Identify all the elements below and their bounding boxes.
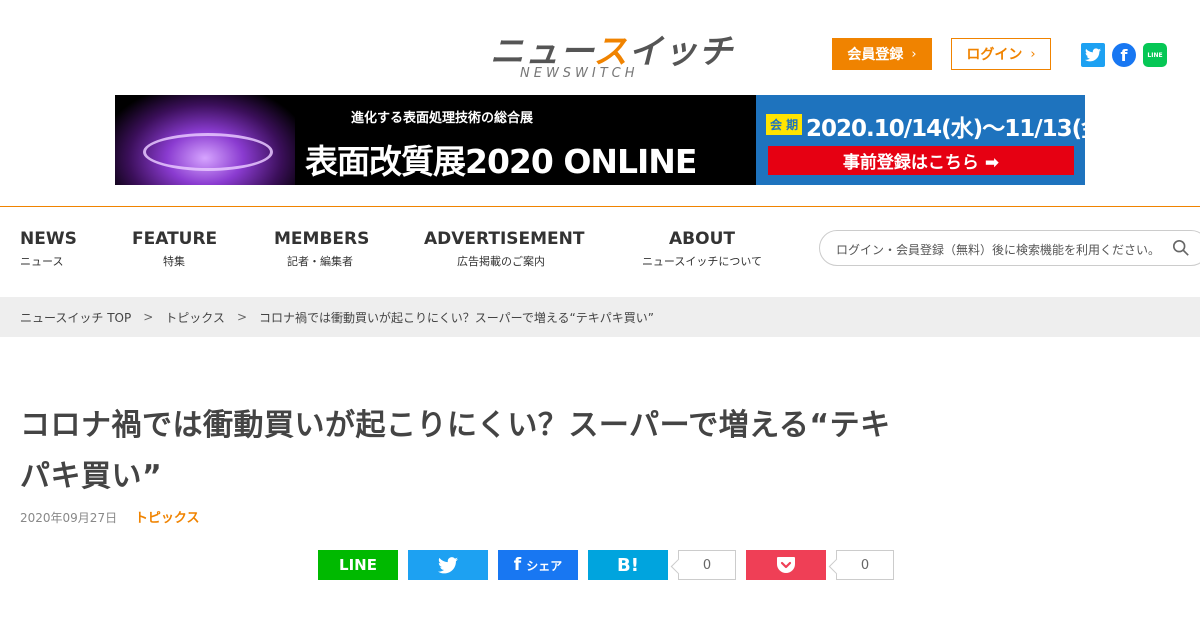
hatena-icon: B! bbox=[617, 554, 639, 576]
facebook-icon[interactable]: f bbox=[1112, 43, 1136, 67]
chevron-right-icon: › bbox=[911, 46, 917, 62]
share-pocket-button[interactable] bbox=[746, 550, 826, 580]
nav-item-feature[interactable]: FEATURE 特集 bbox=[132, 229, 218, 269]
ad-banner[interactable]: 進化する表面処理技術の総合展 表面改質展2020 ONLINE 会 期 2020… bbox=[115, 95, 1085, 185]
breadcrumb-current: コロナ禍では衝動買いが起こりにくい？スーパーで増える“テキパキ買い” bbox=[259, 310, 654, 325]
nav-item-members[interactable]: MEMBERS 記者・編集者 bbox=[274, 229, 370, 269]
banner-title: 表面改質展2020 ONLINE bbox=[305, 142, 697, 181]
breadcrumb: ニュースイッチ TOP > トピックス > コロナ禍では衝動買いが起こりにくい？… bbox=[0, 297, 1200, 337]
banner-subtitle: 進化する表面処理技術の総合展 bbox=[351, 111, 534, 126]
nav-item-news[interactable]: NEWS ニュース bbox=[20, 229, 77, 269]
nav-sublabel: ニュースイッチについて bbox=[641, 255, 763, 268]
share-facebook-button[interactable]: f シェア bbox=[498, 550, 578, 580]
banner-image bbox=[115, 95, 295, 185]
banner-cta-button[interactable]: 事前登録はこちら ➡ bbox=[768, 146, 1074, 175]
hatena-count: 0 bbox=[678, 550, 736, 580]
twitter-icon[interactable] bbox=[1081, 43, 1105, 67]
search-input[interactable]: ログイン・会員登録（無料）後に検索機能を利用ください。 bbox=[819, 230, 1200, 266]
share-facebook-label: シェア bbox=[526, 558, 563, 573]
breadcrumb-home[interactable]: ニュースイッチ TOP bbox=[20, 309, 131, 326]
share-line-button[interactable]: LINE bbox=[318, 550, 398, 580]
article-date: 2020年09月27日 bbox=[20, 511, 118, 525]
login-button-label: ログイン bbox=[966, 47, 1023, 63]
nav-sublabel: ニュース bbox=[20, 255, 64, 268]
register-button[interactable]: 会員登録 › bbox=[832, 38, 932, 70]
nav-item-about[interactable]: ABOUT ニュースイッチについて bbox=[630, 229, 774, 269]
facebook-icon: f bbox=[513, 555, 522, 575]
article-meta: 2020年09月27日 トピックス bbox=[20, 507, 200, 526]
breadcrumb-category[interactable]: トピックス bbox=[165, 309, 225, 326]
search-placeholder: ログイン・会員登録（無料）後に検索機能を利用ください。 bbox=[836, 243, 1161, 257]
pocket-icon bbox=[777, 557, 795, 573]
article-category[interactable]: トピックス bbox=[135, 511, 200, 526]
share-twitter-button[interactable] bbox=[408, 550, 488, 580]
nav-label: ABOUT bbox=[669, 229, 735, 249]
site-logo[interactable]: ニュースイッチ NEWSWITCH bbox=[490, 28, 732, 84]
nav-label: ADVERTISEMENT bbox=[424, 229, 585, 249]
article-title: コロナ禍では衝動買いが起こりにくい？スーパーで増える“テキパキ買い” bbox=[20, 408, 891, 494]
nav-label: NEWS bbox=[20, 229, 77, 249]
share-line-label: LINE bbox=[339, 556, 377, 574]
logo-subtitle: NEWSWITCH bbox=[520, 66, 639, 81]
nav-sublabel: 広告掲載のご案内 bbox=[457, 255, 545, 268]
search-icon[interactable] bbox=[1172, 239, 1190, 257]
chevron-right-icon: › bbox=[1030, 46, 1036, 62]
login-button[interactable]: ログイン › bbox=[951, 38, 1051, 70]
main-nav: NEWS ニュース FEATURE 特集 MEMBERS 記者・編集者 ADVE… bbox=[0, 206, 1200, 297]
line-icon[interactable]: LINE bbox=[1143, 43, 1167, 67]
breadcrumb-separator: > bbox=[143, 310, 154, 324]
banner-date: 2020.10/14(水)～11/13(金) bbox=[806, 116, 1085, 142]
nav-label: MEMBERS bbox=[274, 229, 370, 249]
share-hatena-button[interactable]: B! bbox=[588, 550, 668, 580]
pocket-count: 0 bbox=[836, 550, 894, 580]
breadcrumb-separator: > bbox=[236, 310, 247, 324]
nav-sublabel: 記者・編集者 bbox=[287, 255, 353, 268]
banner-badge: 会 期 bbox=[766, 114, 803, 135]
register-button-label: 会員登録 bbox=[847, 47, 904, 63]
banner-info-panel: 会 期 2020.10/14(水)～11/13(金) 事前登録はこちら ➡ bbox=[756, 95, 1085, 185]
nav-sublabel: 特集 bbox=[163, 255, 185, 268]
twitter-icon bbox=[438, 556, 458, 573]
nav-label: FEATURE bbox=[132, 229, 218, 249]
nav-item-advertisement[interactable]: ADVERTISEMENT 広告掲載のご案内 bbox=[424, 229, 585, 269]
